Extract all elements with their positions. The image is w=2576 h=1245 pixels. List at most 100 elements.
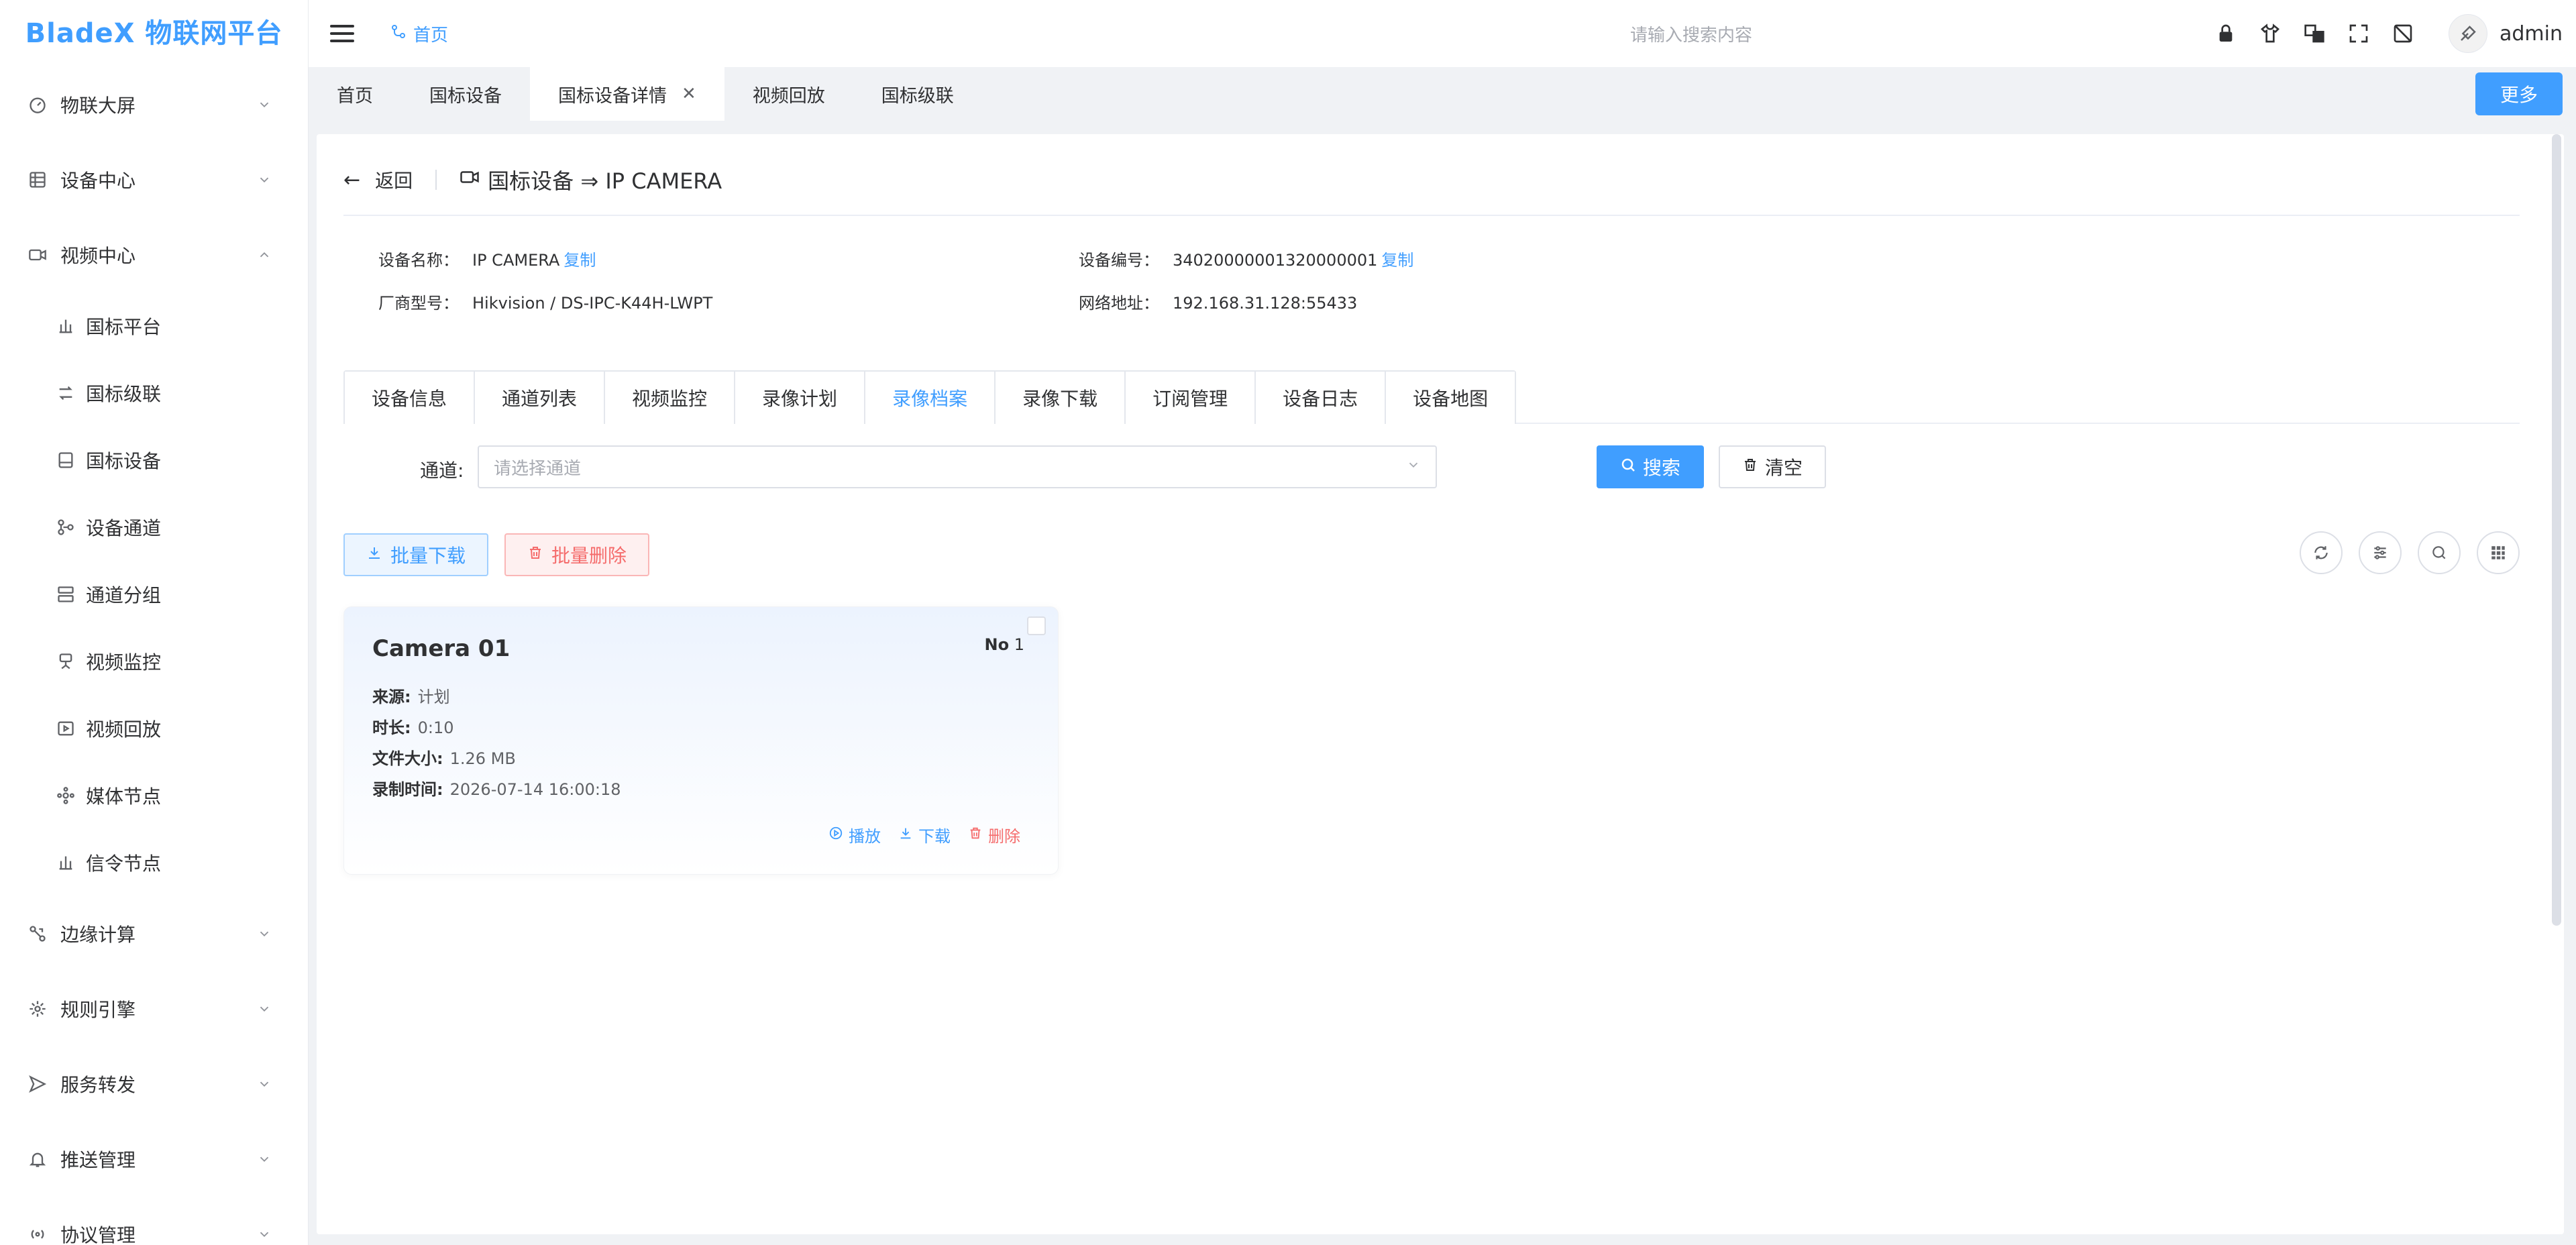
toggle-search-button[interactable] [2418, 531, 2461, 574]
play-button[interactable]: 播放 [828, 823, 881, 847]
video-camera-icon [27, 244, 48, 266]
sidebar-item-push-management[interactable]: 推送管理 [0, 1122, 308, 1197]
tab-device-info[interactable]: 设备信息 [345, 372, 474, 424]
sidebar-item-service-forward[interactable]: 服务转发 [0, 1046, 308, 1122]
page-header: ← 返回 国标设备 ⇒ IP CAMERA [343, 161, 722, 199]
rule-engine-icon [27, 998, 48, 1020]
clear-button[interactable]: 清空 [1719, 445, 1826, 488]
breadcrumb-home[interactable]: 首页 [413, 21, 448, 46]
sidebar-subitem-label: 国标级联 [86, 383, 162, 405]
sidebar-subitem-media-node[interactable]: 媒体节点 [0, 762, 308, 829]
more-button[interactable]: 更多 [2475, 72, 2563, 115]
field-label: 文件大小: [372, 749, 443, 768]
sidebar-item-label: 推送管理 [60, 1149, 136, 1171]
tab-subscription[interactable]: 订阅管理 [1124, 372, 1255, 424]
sidebar-subitem-device-channel[interactable]: 设备通道 [0, 494, 308, 561]
header-divider [343, 215, 2520, 216]
sidebar-item-dashboard[interactable]: 物联大屏 [0, 67, 308, 142]
tab-device-log[interactable]: 设备日志 [1254, 372, 1385, 424]
batch-delete-button[interactable]: 批量删除 [504, 533, 649, 576]
header-search-input[interactable]: 请输入搜索内容 [1630, 21, 1752, 46]
sidebar-item-video-center[interactable]: 视频中心 [0, 217, 308, 292]
tag-video-playback[interactable]: 视频回放 [724, 67, 853, 121]
breadcrumb[interactable]: 首页 [390, 21, 448, 46]
download-button[interactable]: 下载 [898, 823, 951, 847]
fullscreen-icon[interactable] [2347, 21, 2371, 46]
info-device-name: 设备名称： IP CAMERA 复制 [378, 247, 596, 270]
sidebar-subitem-label: 设备通道 [86, 517, 162, 539]
sidebar-item-rule-engine[interactable]: 规则引擎 [0, 971, 308, 1046]
user-menu[interactable]: admin [2449, 14, 2563, 53]
sidebar-subitem-signal-node[interactable]: 信令节点 [0, 829, 308, 896]
sidebar-subitem-gb-cascade[interactable]: 国标级联 [0, 360, 308, 427]
chevron-down-icon [254, 924, 274, 944]
channel-select-placeholder: 请选择通道 [494, 458, 582, 479]
sidebar-subitem-gb-platform[interactable]: 国标平台 [0, 292, 308, 360]
batch-download-button[interactable]: 批量下载 [343, 533, 488, 576]
tag-label: 首页 [337, 85, 373, 107]
tab-video-monitor[interactable]: 视频监控 [604, 372, 735, 424]
info-value: Hikvision / DS-IPC-K44H-LWPT [472, 294, 713, 313]
info-network-address: 网络地址： 192.168.31.128:55433 [1079, 290, 1357, 313]
username[interactable]: admin [2500, 22, 2563, 46]
image-mode-icon[interactable] [2391, 21, 2415, 46]
sidebar-subitem-channel-group[interactable]: 通道分组 [0, 561, 308, 628]
back-button[interactable]: ← 返回 [343, 166, 413, 193]
record-no-label: No [984, 635, 1010, 654]
chevron-down-icon [254, 1074, 274, 1094]
search-button[interactable]: 搜索 [1597, 445, 1704, 488]
tab-record-archive[interactable]: 录像档案 [864, 372, 995, 424]
sidebar-subitem-gb-device[interactable]: 国标设备 [0, 427, 308, 494]
delete-button[interactable]: 删除 [968, 823, 1020, 847]
theme-shirt-icon[interactable] [2258, 21, 2282, 46]
sidebar-subitem-label: 国标设备 [86, 450, 162, 472]
tag-gb-cascade[interactable]: 国标级联 [853, 67, 982, 121]
play-icon [828, 826, 843, 845]
platform-icon [55, 315, 76, 337]
sidebar-item-protocol-management[interactable]: 协议管理 [0, 1197, 308, 1245]
monitor-camera-icon [55, 651, 76, 672]
copy-name-link[interactable]: 复制 [564, 251, 596, 270]
tab-record-download[interactable]: 录像下载 [994, 372, 1125, 424]
tab-channel-list[interactable]: 通道列表 [474, 372, 604, 424]
tag-gb-device-detail[interactable]: 国标设备详情 ✕ [530, 67, 724, 121]
filter-settings-button[interactable] [2359, 531, 2402, 574]
channel-label: 通道: [420, 459, 464, 482]
menu-toggle-icon[interactable] [330, 23, 357, 44]
record-checkbox[interactable] [1027, 616, 1046, 635]
sidebar-item-label: 边缘计算 [60, 924, 136, 946]
device-center-icon [27, 169, 48, 191]
sidebar-subitem-video-monitor[interactable]: 视频监控 [0, 628, 308, 695]
refresh-button[interactable] [2300, 531, 2343, 574]
channel-select[interactable]: 请选择通道 [478, 445, 1437, 488]
lock-icon[interactable] [2214, 21, 2238, 46]
sidebar-subitem-video-playback[interactable]: 视频回放 [0, 695, 308, 762]
grid-view-button[interactable] [2477, 531, 2520, 574]
close-icon[interactable]: ✕ [682, 84, 696, 104]
avatar[interactable] [2449, 14, 2487, 53]
sidebar-subitem-label: 媒体节点 [86, 786, 162, 808]
send-icon [27, 1073, 48, 1095]
device-icon [55, 449, 76, 471]
sidebar-item-edge-computing[interactable]: 边缘计算 [0, 896, 308, 971]
tag-home[interactable]: 首页 [309, 67, 401, 121]
tag-label: 国标设备详情 [558, 85, 667, 107]
chevron-down-icon [1406, 457, 1421, 476]
sidebar-item-device-center[interactable]: 设备中心 [0, 142, 308, 217]
edge-computing-icon [27, 923, 48, 944]
record-title: Camera 01 [372, 635, 511, 662]
language-icon[interactable] [2302, 21, 2326, 46]
tab-device-map[interactable]: 设备地图 [1385, 372, 1515, 424]
grid-icon [2491, 546, 2505, 559]
copy-code-link[interactable]: 复制 [1381, 251, 1413, 270]
top-header: 首页 请输入搜索内容 admin [309, 0, 2576, 67]
tag-gb-device[interactable]: 国标设备 [401, 67, 530, 121]
chevron-down-icon [254, 170, 274, 190]
app-logo[interactable]: BladeX 物联网平台 [0, 0, 308, 67]
trash-icon [1742, 457, 1758, 478]
bell-icon [27, 1148, 48, 1170]
protocol-icon [27, 1224, 48, 1245]
tab-record-plan[interactable]: 录像计划 [734, 372, 865, 424]
scrollbar[interactable] [2552, 134, 2561, 926]
clear-button-label: 清空 [1764, 457, 1803, 479]
